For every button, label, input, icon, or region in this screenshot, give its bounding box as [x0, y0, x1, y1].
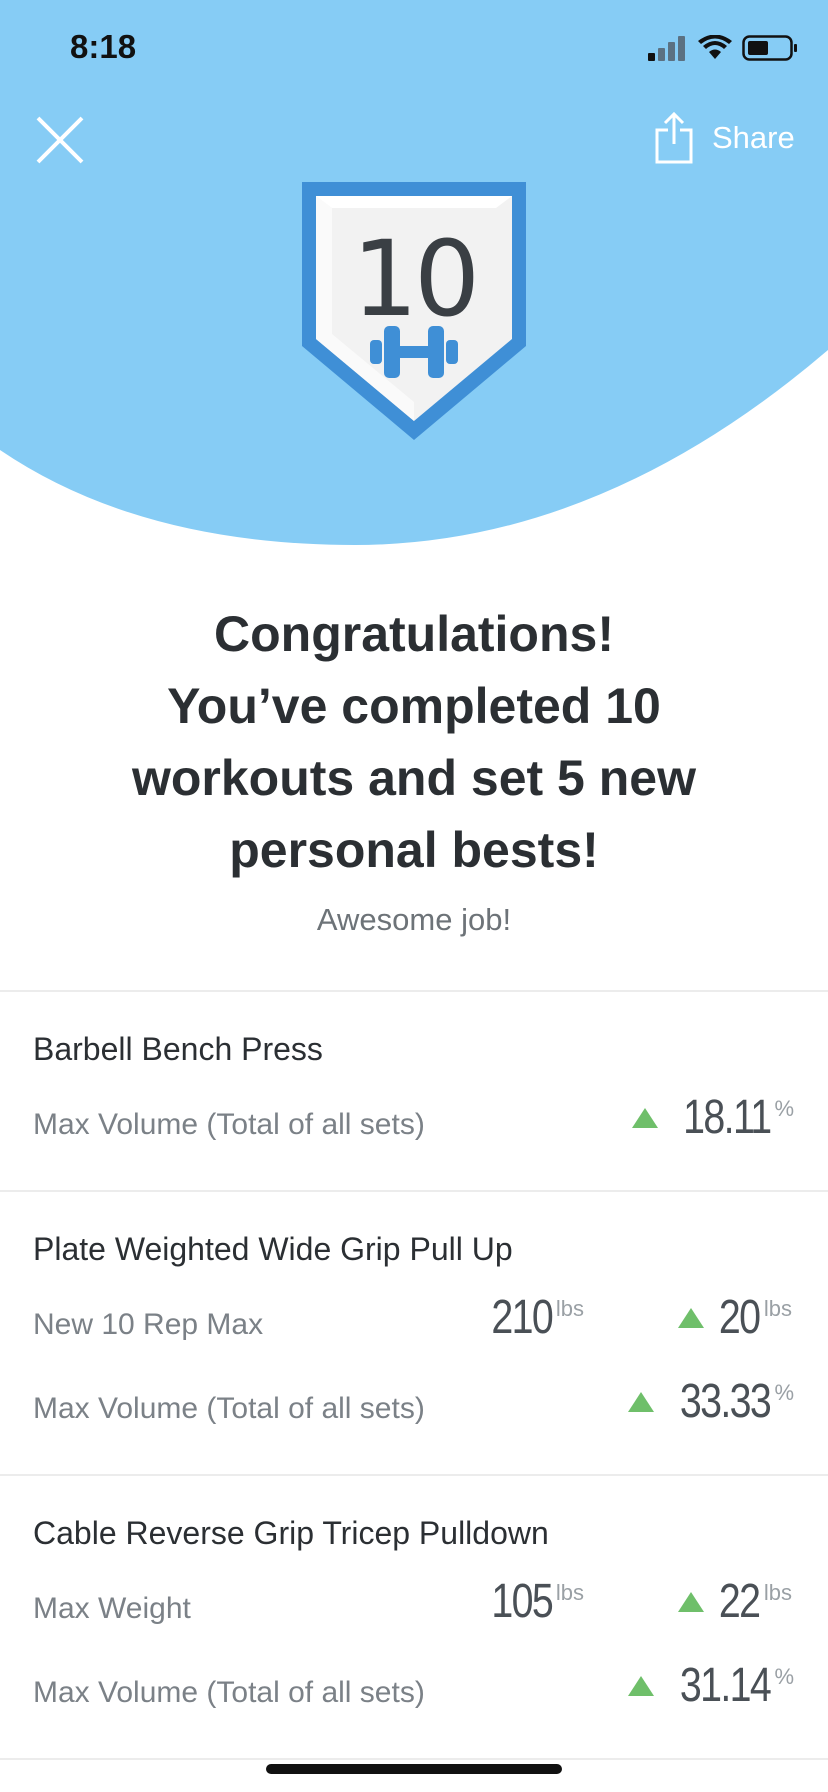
headline-line: personal bests!: [229, 822, 599, 878]
metric-label: Max Volume (Total of all sets): [33, 1392, 425, 1425]
metric-unit: lbs: [555, 1580, 584, 1605]
headline-line: workouts and set 5 new: [131, 750, 696, 806]
hero-header: 8:18 Share 10: [0, 0, 828, 560]
status-time: 8:18: [70, 28, 137, 65]
metric-change: 22 lbs: [678, 1574, 792, 1629]
divider: [0, 1758, 828, 1760]
metric-value: 210 lbs: [478, 1290, 584, 1345]
exercise-name: Plate Weighted Wide Grip Pull Up: [33, 1231, 513, 1267]
headline-line: You’ve completed 10: [167, 678, 661, 734]
metric-unit: lbs: [555, 1296, 584, 1321]
change-value: 20: [719, 1291, 761, 1344]
home-indicator[interactable]: [266, 1764, 562, 1774]
metric-label: Max Weight: [33, 1592, 191, 1625]
share-label: Share: [712, 120, 795, 155]
increase-arrow-icon: [628, 1392, 655, 1412]
metric-change: 33.33 %: [628, 1374, 794, 1429]
divider: [0, 990, 828, 992]
change-unit: lbs: [763, 1296, 792, 1321]
share-button[interactable]: Share: [654, 112, 795, 164]
battery-icon: [742, 35, 797, 61]
metric-change: 18.11 %: [631, 1090, 794, 1145]
increase-arrow-icon: [628, 1676, 655, 1696]
wifi-icon: [698, 35, 732, 59]
change-value: 33.33: [680, 1375, 772, 1428]
status-bar: 8:18: [0, 0, 828, 100]
headline-line: Congratulations!: [214, 606, 614, 662]
cellular-signal-icon: [648, 36, 685, 61]
metric-change: 31.14 %: [628, 1658, 794, 1713]
metric-value: 105 lbs: [478, 1574, 584, 1629]
divider: [0, 1190, 828, 1192]
change-unit: %: [774, 1096, 794, 1121]
divider: [0, 1474, 828, 1476]
encouragement-text: Awesome job!: [316, 902, 512, 937]
metric-number: 210: [491, 1291, 553, 1344]
metric-label: New 10 Rep Max: [33, 1308, 264, 1341]
metric-label: Max Volume (Total of all sets): [33, 1676, 425, 1709]
change-value: 22: [719, 1575, 761, 1628]
status-icons: [648, 34, 798, 62]
change-unit: %: [774, 1380, 794, 1405]
close-button[interactable]: [30, 110, 90, 170]
exercise-name: Barbell Bench Press: [33, 1031, 323, 1067]
workout-milestone-badge: 10: [296, 176, 532, 446]
change-value: 18.11: [683, 1091, 772, 1144]
increase-arrow-icon: [678, 1592, 705, 1612]
dumbbell-icon: [370, 326, 458, 378]
increase-arrow-icon: [678, 1308, 705, 1328]
close-icon: [36, 116, 84, 164]
change-value: 31.14: [680, 1659, 772, 1712]
change-unit: lbs: [763, 1580, 792, 1605]
metric-number: 105: [491, 1575, 553, 1628]
congratulations-headline: Congratulations! You’ve completed 10 wor…: [60, 598, 768, 886]
metric-label: Max Volume (Total of all sets): [33, 1108, 425, 1141]
share-icon: [655, 112, 693, 164]
increase-arrow-icon: [631, 1108, 658, 1128]
change-unit: %: [774, 1664, 794, 1689]
metric-change: 20 lbs: [678, 1290, 792, 1345]
exercise-name: Cable Reverse Grip Tricep Pulldown: [33, 1515, 549, 1551]
